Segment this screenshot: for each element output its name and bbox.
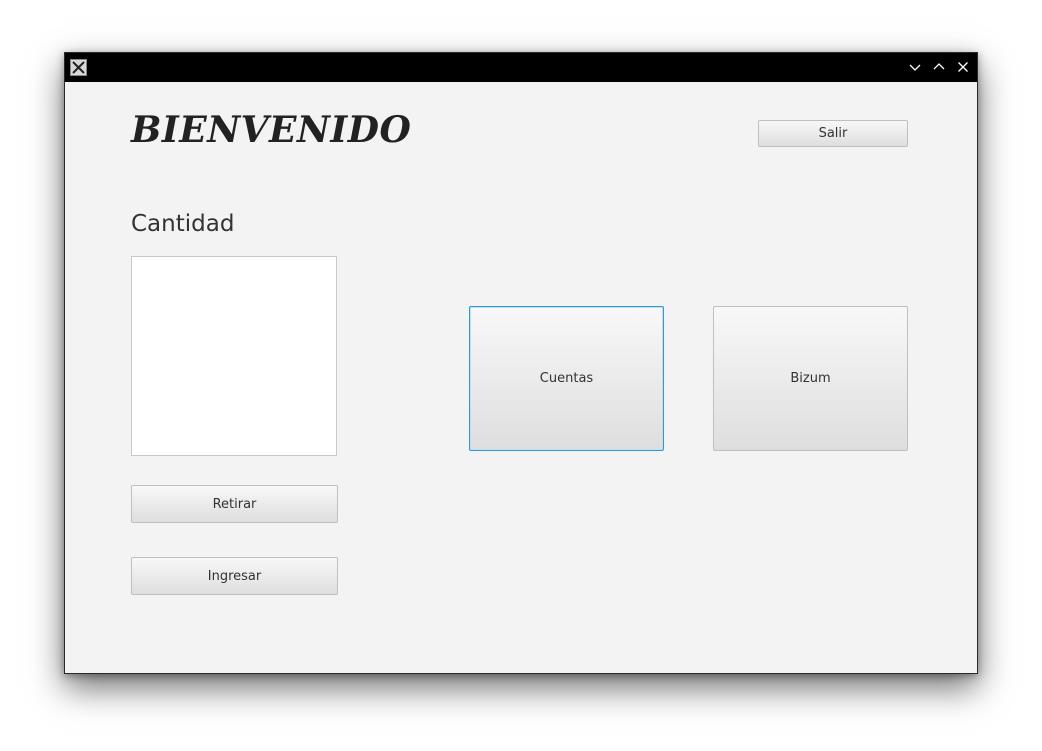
amount-label: Cantidad bbox=[131, 211, 235, 237]
close-icon bbox=[958, 62, 968, 72]
welcome-title: BIENVENIDO bbox=[131, 109, 412, 151]
app-window: BIENVENIDO Salir Cantidad Retirar Ingres… bbox=[64, 52, 978, 674]
deposit-button[interactable]: Ingresar bbox=[131, 557, 338, 595]
exit-button[interactable]: Salir bbox=[758, 120, 908, 147]
chevron-up-icon bbox=[933, 63, 945, 70]
withdraw-button[interactable]: Retirar bbox=[131, 485, 338, 523]
maximize-button[interactable] bbox=[931, 59, 947, 75]
app-icon bbox=[70, 59, 87, 76]
chevron-down-icon bbox=[909, 64, 921, 71]
amount-input[interactable] bbox=[131, 256, 337, 456]
close-button[interactable] bbox=[955, 59, 971, 75]
minimize-button[interactable] bbox=[907, 59, 923, 75]
accounts-button[interactable]: Cuentas bbox=[469, 306, 664, 451]
bizum-button[interactable]: Bizum bbox=[713, 306, 908, 451]
title-bar[interactable] bbox=[65, 53, 977, 82]
